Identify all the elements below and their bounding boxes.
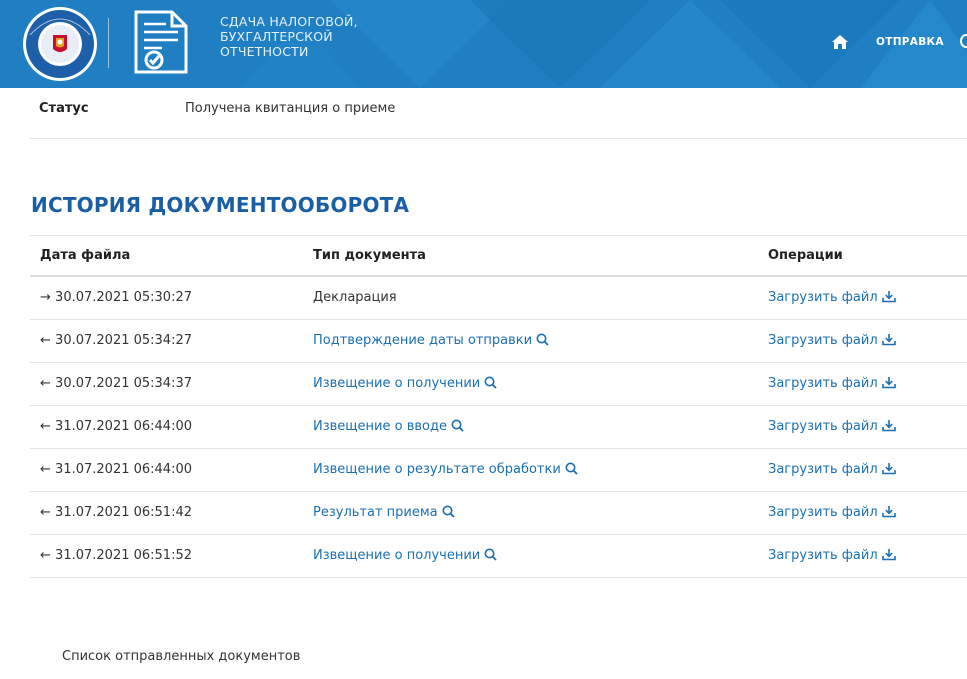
file-date: 30.07.2021 05:34:27 bbox=[55, 333, 192, 348]
service-title: СДАЧА НАЛОГОВОЙ, БУХГАЛТЕРСКОЙ ОТЧЕТНОСТ… bbox=[220, 14, 358, 59]
document-check-icon bbox=[134, 10, 188, 74]
download-icon[interactable] bbox=[881, 419, 896, 432]
download-file-label[interactable]: Загрузить файл bbox=[768, 462, 878, 477]
download-file-label[interactable]: Загрузить файл bbox=[768, 419, 878, 434]
table-row: ← 31.07.2021 06:51:52 Извещение о получен… bbox=[30, 535, 967, 578]
document-type[interactable]: Извещение о результате обработки bbox=[313, 462, 561, 477]
download-file-label[interactable]: Загрузить файл bbox=[768, 548, 878, 563]
download-icon[interactable] bbox=[881, 505, 896, 518]
date-cell: ← 30.07.2021 05:34:37 bbox=[40, 376, 192, 391]
download-file-link[interactable]: Загрузить файл bbox=[768, 333, 896, 348]
column-header-type: Тип документа bbox=[313, 248, 426, 263]
nav-send-link[interactable]: ОТПРАВКА bbox=[876, 36, 944, 48]
document-type-cell[interactable]: Извещение о получении bbox=[313, 548, 497, 563]
file-date: 31.07.2021 06:51:52 bbox=[55, 548, 192, 563]
column-header-operations: Операции bbox=[768, 248, 843, 263]
status-value: Получена квитанция о приеме bbox=[185, 101, 396, 116]
history-table: Дата файла Тип документа Операции → 30.0… bbox=[30, 235, 967, 578]
download-file-label[interactable]: Загрузить файл bbox=[768, 290, 878, 305]
file-date: 30.07.2021 05:34:37 bbox=[55, 376, 192, 391]
table-row: → 30.07.2021 05:30:27 Декларация Загрузить… bbox=[30, 277, 967, 320]
document-type[interactable]: Извещение о получении bbox=[313, 376, 480, 391]
document-type-cell[interactable]: Извещение о результате обработки bbox=[313, 462, 578, 477]
download-icon[interactable] bbox=[881, 548, 896, 561]
table-row: ← 31.07.2021 06:44:00 Извещение о вводе За… bbox=[30, 406, 967, 449]
document-type[interactable]: Результат приема bbox=[313, 505, 438, 520]
download-file-label[interactable]: Загрузить файл bbox=[768, 333, 878, 348]
nav-next-item[interactable] bbox=[960, 34, 967, 48]
download-file-link[interactable]: Загрузить файл bbox=[768, 376, 896, 391]
file-date: 31.07.2021 06:44:00 bbox=[55, 419, 192, 434]
download-file-label[interactable]: Загрузить файл bbox=[768, 505, 878, 520]
service-title-line-3: ОТЧЕТНОСТИ bbox=[220, 44, 309, 59]
download-file-link[interactable]: Загрузить файл bbox=[768, 419, 896, 434]
arrow-left-icon: ← bbox=[40, 462, 51, 477]
document-type-cell[interactable]: Подтверждение даты отправки bbox=[313, 333, 549, 348]
date-cell: ← 31.07.2021 06:44:00 bbox=[40, 462, 192, 477]
download-file-link[interactable]: Загрузить файл bbox=[768, 462, 896, 477]
search-icon[interactable] bbox=[536, 333, 549, 346]
table-row: ← 31.07.2021 06:44:00 Извещение о результ… bbox=[30, 449, 967, 492]
arrow-left-icon: ← bbox=[40, 505, 51, 520]
download-file-link[interactable]: Загрузить файл bbox=[768, 548, 896, 563]
arrow-left-icon: ← bbox=[40, 548, 51, 563]
search-icon[interactable] bbox=[442, 505, 455, 518]
status-label: Статус bbox=[39, 101, 89, 116]
date-cell: ← 31.07.2021 06:51:52 bbox=[40, 548, 192, 563]
service-title-line-1: СДАЧА НАЛОГОВОЙ, bbox=[220, 14, 358, 29]
table-header: Дата файла Тип документа Операции bbox=[30, 235, 967, 277]
date-cell: ← 31.07.2021 06:51:42 bbox=[40, 505, 192, 520]
arrow-left-icon: ← bbox=[40, 419, 51, 434]
download-icon[interactable] bbox=[881, 462, 896, 475]
table-row: ← 30.07.2021 05:34:27 Подтверждение даты … bbox=[30, 320, 967, 363]
document-type-cell[interactable]: Результат приема bbox=[313, 505, 455, 520]
download-file-label[interactable]: Загрузить файл bbox=[768, 376, 878, 391]
document-type-cell[interactable]: Извещение о получении bbox=[313, 376, 497, 391]
download-icon[interactable] bbox=[881, 376, 896, 389]
site-header: СДАЧА НАЛОГОВОЙ, БУХГАЛТЕРСКОЙ ОТЧЕТНОСТ… bbox=[0, 0, 967, 88]
document-type[interactable]: Извещение о получении bbox=[313, 548, 480, 563]
home-icon[interactable] bbox=[831, 34, 849, 50]
arrow-left-icon: ← bbox=[40, 333, 51, 348]
date-cell: ← 31.07.2021 06:44:00 bbox=[40, 419, 192, 434]
download-file-link[interactable]: Загрузить файл bbox=[768, 290, 896, 305]
header-divider bbox=[108, 18, 109, 68]
file-date: 30.07.2021 05:30:27 bbox=[55, 290, 192, 305]
date-cell: → 30.07.2021 05:30:27 bbox=[40, 290, 192, 305]
download-icon[interactable] bbox=[881, 290, 896, 303]
document-type[interactable]: Извещение о вводе bbox=[313, 419, 447, 434]
table-row: ← 31.07.2021 06:51:42 Результат приема Заг… bbox=[30, 492, 967, 535]
search-icon[interactable] bbox=[451, 419, 464, 432]
document-type: Декларация bbox=[313, 290, 397, 305]
column-header-date: Дата файла bbox=[40, 248, 131, 263]
history-title: ИСТОРИЯ ДОКУМЕНТООБОРОТА bbox=[31, 193, 410, 217]
download-icon[interactable] bbox=[881, 333, 896, 346]
document-type[interactable]: Подтверждение даты отправки bbox=[313, 333, 532, 348]
table-row: ← 30.07.2021 05:34:37 Извещение о получен… bbox=[30, 363, 967, 406]
document-type-cell[interactable]: Извещение о вводе bbox=[313, 419, 464, 434]
arrow-right-icon: → bbox=[40, 290, 51, 305]
table-body: → 30.07.2021 05:30:27 Декларация Загрузить… bbox=[30, 277, 967, 578]
date-cell: ← 30.07.2021 05:34:27 bbox=[40, 333, 192, 348]
file-date: 31.07.2021 06:44:00 bbox=[55, 462, 192, 477]
file-date: 31.07.2021 06:51:42 bbox=[55, 505, 192, 520]
fns-emblem-icon[interactable] bbox=[20, 5, 100, 83]
sent-documents-link[interactable]: Список отправленных документов bbox=[62, 649, 300, 664]
status-row: Статус Получена квитанция о приеме bbox=[30, 88, 967, 139]
search-icon[interactable] bbox=[484, 548, 497, 561]
search-icon[interactable] bbox=[484, 376, 497, 389]
arrow-left-icon: ← bbox=[40, 376, 51, 391]
download-file-link[interactable]: Загрузить файл bbox=[768, 505, 896, 520]
service-title-line-2: БУХГАЛТЕРСКОЙ bbox=[220, 29, 333, 44]
document-type-cell: Декларация bbox=[313, 290, 397, 305]
search-icon[interactable] bbox=[565, 462, 578, 475]
